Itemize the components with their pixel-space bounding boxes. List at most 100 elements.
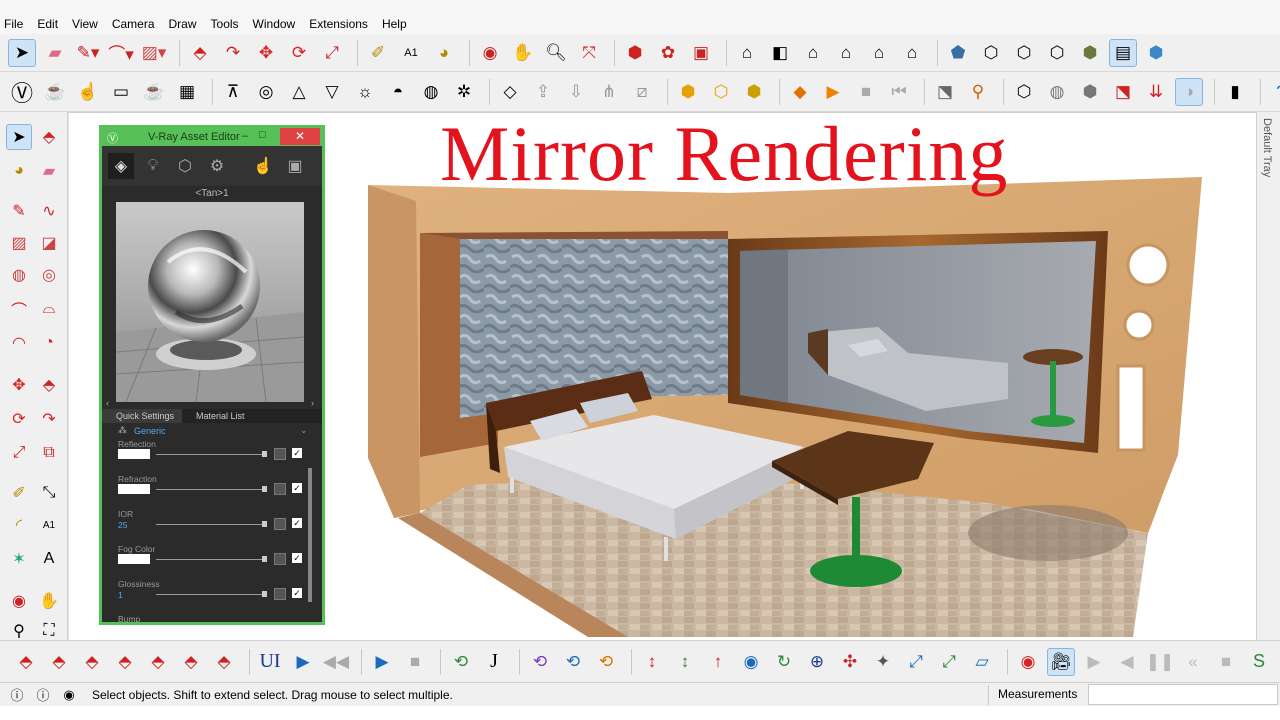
glossiness-value[interactable]: 1 bbox=[118, 590, 123, 600]
tape-measure-icon[interactable]: ✐ bbox=[364, 39, 392, 67]
play-step-icon[interactable]: ▶ bbox=[368, 648, 396, 676]
text-icon[interactable]: A1 bbox=[36, 512, 62, 538]
maximize-icon[interactable]: □ bbox=[259, 129, 266, 141]
import-proxy-icon[interactable]: ⇩ bbox=[562, 78, 590, 106]
arrow-up-red-icon[interactable]: ↑ bbox=[704, 648, 732, 676]
follow-me-icon[interactable]: ↷ bbox=[36, 406, 62, 432]
close-icon[interactable]: ✕ bbox=[280, 128, 320, 145]
geometry-tab-icon[interactable]: ⬡ bbox=[172, 153, 198, 179]
split-icon[interactable]: ◑ bbox=[1175, 77, 1203, 106]
arc-icon[interactable]: ⌒ bbox=[6, 296, 32, 322]
solid-open-icon[interactable]: ⬢ bbox=[740, 78, 768, 106]
rectangle-icon[interactable]: ▨ bbox=[6, 230, 32, 256]
material-type-dropdown[interactable]: Generic ⌄ ⁂ bbox=[102, 424, 322, 438]
refraction-knob[interactable] bbox=[262, 486, 267, 492]
omni-light-icon[interactable]: ☼ bbox=[351, 78, 379, 106]
arc-icon[interactable]: ⌒▾ bbox=[107, 39, 135, 67]
left-view-icon[interactable]: ⌂ bbox=[898, 39, 926, 67]
mesh-clipper-icon[interactable]: ⧄ bbox=[628, 78, 656, 106]
sandbox-icon[interactable]: ⬔ bbox=[931, 78, 959, 106]
xray-style-icon[interactable]: ⬟ bbox=[944, 39, 972, 67]
align-ab-icon[interactable]: ⬘ bbox=[111, 648, 139, 676]
eraser-icon[interactable]: ▰ bbox=[41, 39, 69, 67]
rotate-green-icon[interactable]: ↻ bbox=[770, 648, 798, 676]
menu-extensions[interactable]: Extensions bbox=[309, 17, 368, 31]
ior-slider[interactable] bbox=[156, 524, 266, 525]
union-icon[interactable]: ⬢ bbox=[1076, 78, 1104, 106]
iso-view-icon[interactable]: ⌂ bbox=[733, 39, 761, 67]
menu-file[interactable]: File bbox=[4, 17, 23, 31]
stop-gray-icon[interactable]: ■ bbox=[1212, 648, 1240, 676]
fog-color-slider[interactable] bbox=[156, 559, 266, 560]
preview-left-arrow-icon[interactable]: ‹ bbox=[106, 398, 109, 408]
vray-titlebar[interactable]: Ⓥ V-Ray Asset Editor – □ ✕ bbox=[102, 128, 322, 146]
camera-icon[interactable]: 🎥︎ bbox=[1047, 647, 1075, 676]
fog-color-map-button[interactable] bbox=[274, 553, 286, 565]
hidden-line-style-icon[interactable]: ⬡ bbox=[1010, 39, 1038, 67]
pencil-line-icon[interactable]: ✎▾ bbox=[74, 39, 102, 67]
ui-button[interactable]: UI bbox=[256, 648, 284, 676]
share-model-icon[interactable]: ▣ bbox=[687, 39, 715, 67]
diagonal-green-icon[interactable]: ⤢ bbox=[935, 648, 963, 676]
link-orange-icon[interactable]: ⟲ bbox=[592, 648, 620, 676]
push-pull-icon[interactable]: ⬘ bbox=[36, 372, 62, 398]
ior-checkbox[interactable]: ✓ bbox=[292, 518, 302, 528]
render-window-icon[interactable]: ☕ bbox=[140, 78, 168, 106]
push-pull-icon[interactable]: ⬘ bbox=[186, 39, 214, 67]
zoom-extents-icon[interactable]: ⤧ bbox=[575, 39, 603, 67]
paint-bucket-icon[interactable]: ◕ bbox=[430, 39, 458, 67]
shaded-style-icon[interactable]: ⬡ bbox=[1043, 39, 1071, 67]
select-tool-icon[interactable]: ➤ bbox=[8, 38, 36, 67]
rotate-icon[interactable]: ⟳ bbox=[6, 406, 32, 432]
preview-right-arrow-icon[interactable]: › bbox=[311, 398, 314, 408]
stop-animation-icon[interactable]: ■ bbox=[852, 78, 880, 106]
params-scrollbar[interactable] bbox=[308, 468, 312, 602]
3d-text-icon[interactable]: A bbox=[36, 546, 62, 572]
materials-tab-icon[interactable]: ◈ bbox=[108, 153, 134, 179]
j-tool-button[interactable]: J bbox=[480, 648, 508, 676]
dome-light-icon[interactable]: ◓ bbox=[384, 78, 412, 106]
quick-settings-tab[interactable]: Quick Settings bbox=[102, 409, 183, 423]
polygon-icon[interactable]: ◎ bbox=[36, 262, 62, 288]
make-component-icon[interactable]: ⬘ bbox=[36, 124, 62, 150]
reflection-color-swatch[interactable] bbox=[118, 449, 150, 459]
gimbal-icon[interactable]: ⊕ bbox=[803, 648, 831, 676]
styles-icon[interactable]: ⬢ bbox=[1142, 39, 1170, 67]
reflection-map-button[interactable] bbox=[274, 448, 286, 460]
refraction-map-button[interactable] bbox=[274, 483, 286, 495]
minimize-icon[interactable]: – bbox=[242, 130, 248, 142]
shaded-texture-style-icon[interactable]: ⬢ bbox=[1076, 39, 1104, 67]
frame-buffer-icon[interactable]: ▭ bbox=[107, 78, 135, 106]
menu-draw[interactable]: Draw bbox=[169, 17, 197, 31]
glossiness-map-button[interactable] bbox=[274, 588, 286, 600]
pan-icon[interactable]: ✋ bbox=[509, 39, 537, 67]
export-proxy-icon[interactable]: ⇪ bbox=[529, 78, 557, 106]
subtract-icon[interactable]: ⬔ bbox=[1109, 78, 1137, 106]
arrow-vertical-red-icon[interactable]: ↕ bbox=[638, 648, 666, 676]
dimension-icon[interactable]: ⤡ bbox=[36, 480, 62, 506]
circle-icon[interactable]: ◍ bbox=[6, 262, 32, 288]
align-ar-icon[interactable]: ⬘ bbox=[78, 648, 106, 676]
play-icon[interactable]: ▶ bbox=[289, 648, 317, 676]
align-ax-icon[interactable]: ⬘ bbox=[177, 648, 205, 676]
axes-icon[interactable]: ✶ bbox=[6, 546, 32, 572]
geo-location-icon[interactable]: ⓘ bbox=[8, 686, 26, 704]
line-icon[interactable]: ✎ bbox=[6, 198, 32, 224]
camera-tripod-icon[interactable]: ⊼ bbox=[219, 78, 247, 106]
monochrome-style-icon[interactable]: ▤ bbox=[1109, 38, 1137, 67]
ies-light-icon[interactable]: ▽ bbox=[318, 78, 346, 106]
ior-value[interactable]: 25 bbox=[118, 520, 127, 530]
scale-icon[interactable]: ⤢ bbox=[318, 39, 346, 67]
help-icon[interactable]: ? bbox=[1267, 78, 1280, 106]
menu-camera[interactable]: Camera bbox=[112, 17, 155, 31]
follow-me-icon[interactable]: ↷ bbox=[219, 39, 247, 67]
offset-icon[interactable]: ⧉ bbox=[36, 440, 62, 466]
outer-shell-icon[interactable]: ⬡ bbox=[1010, 78, 1038, 106]
interactive-tab-icon[interactable]: ☝ bbox=[250, 153, 276, 179]
extension-warehouse-icon[interactable]: ✿ bbox=[654, 39, 682, 67]
rewind-animation-icon[interactable]: ⏮ bbox=[885, 78, 913, 106]
record-icon[interactable]: ◉ bbox=[1014, 648, 1042, 676]
material-list-tab[interactable]: Material List bbox=[182, 409, 253, 423]
warehouse-icon[interactable]: ⬢ bbox=[621, 39, 649, 67]
intersect-icon[interactable]: ◍ bbox=[1043, 78, 1071, 106]
